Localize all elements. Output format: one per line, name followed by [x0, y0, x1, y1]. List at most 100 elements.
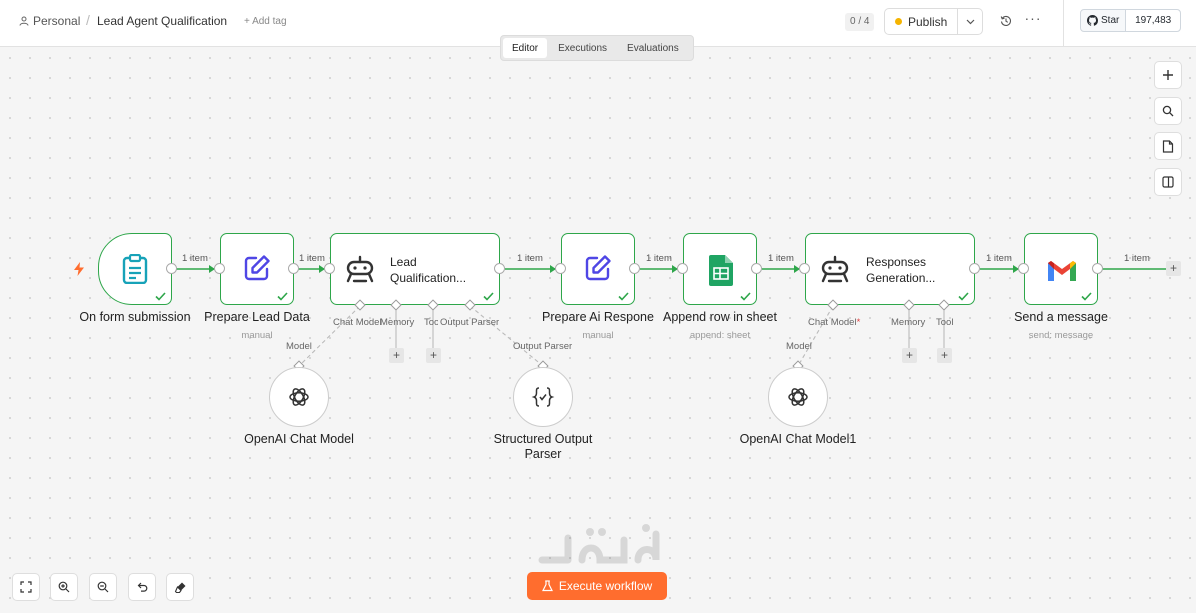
- ellipsis-icon: ···: [1024, 10, 1042, 26]
- edge-item-count: 1 item: [646, 253, 672, 264]
- clipboard-icon: [120, 252, 150, 286]
- add-memory-button[interactable]: +: [389, 348, 404, 363]
- gmail-icon: [1045, 258, 1079, 284]
- node-subtitle: manual: [241, 330, 273, 341]
- publish-control: Publish: [884, 8, 983, 35]
- node-subtitle: send: message: [1028, 330, 1094, 341]
- panel-icon: [1162, 176, 1174, 188]
- output-handle[interactable]: [629, 263, 640, 274]
- node-prepare-lead-data[interactable]: [220, 233, 294, 305]
- breadcrumb-separator: /: [86, 12, 90, 28]
- add-memory-button[interactable]: +: [902, 348, 917, 363]
- edge-item-count: 1 item: [299, 253, 325, 264]
- edge-item-count: 1 item: [182, 253, 208, 264]
- success-check-icon: [483, 292, 494, 301]
- sub-port-label: Output Parser: [513, 341, 573, 352]
- success-check-icon: [1081, 292, 1092, 301]
- node-title: Send a message: [1014, 310, 1108, 324]
- project-name: Personal: [33, 14, 81, 28]
- success-check-icon: [618, 292, 629, 301]
- history-button[interactable]: [997, 12, 1015, 30]
- add-tag-button[interactable]: + Add tag: [244, 16, 287, 27]
- port-label-memory: Memory: [380, 317, 415, 328]
- node-lead-qualification-agent[interactable]: Lead Qualification...: [330, 233, 500, 305]
- undo-button[interactable]: [128, 573, 156, 601]
- input-handle[interactable]: [1018, 263, 1029, 274]
- sub-port-label: Model: [286, 341, 312, 352]
- undo-icon: [137, 582, 148, 592]
- output-handle[interactable]: [969, 263, 980, 274]
- output-handle[interactable]: [1092, 263, 1103, 274]
- clear-execution-button[interactable]: [166, 573, 194, 601]
- port-label-memory: Memory: [891, 317, 926, 328]
- required-mark: *: [856, 317, 861, 328]
- port-label-chat-model: Chat Model*: [808, 317, 861, 328]
- node-form-trigger[interactable]: [98, 233, 172, 305]
- sub-node-title: Structured Output Parser: [493, 432, 593, 461]
- success-check-icon: [155, 292, 166, 301]
- zoom-out-button[interactable]: [89, 573, 117, 601]
- node-title: Prepare Ai Respone: [542, 310, 654, 324]
- output-handle[interactable]: [288, 263, 299, 274]
- tab-editor[interactable]: Editor: [503, 38, 548, 58]
- output-handle[interactable]: [494, 263, 505, 274]
- success-check-icon: [277, 292, 288, 301]
- input-handle[interactable]: [214, 263, 225, 274]
- edge-item-count: 1 item: [768, 253, 794, 264]
- agent-title-line2: Qualification...: [390, 271, 467, 285]
- add-tool-button[interactable]: +: [937, 348, 952, 363]
- add-tool-button[interactable]: +: [426, 348, 441, 363]
- publish-button[interactable]: Publish: [885, 9, 957, 34]
- add-next-node-button[interactable]: +: [1166, 261, 1181, 276]
- node-send-a-message[interactable]: [1024, 233, 1098, 305]
- evaluation-counter: 0 / 4: [845, 13, 875, 31]
- output-handle[interactable]: [166, 263, 177, 274]
- tab-executions[interactable]: Executions: [549, 38, 616, 58]
- code-braces-icon: [531, 387, 555, 407]
- history-icon: [1000, 15, 1012, 27]
- edge-item-count: 1 item: [1124, 253, 1150, 264]
- status-dot-icon: [895, 18, 902, 25]
- node-subtitle: manual: [582, 330, 614, 341]
- output-handle[interactable]: [751, 263, 762, 274]
- agent-title-line1: Responses: [866, 255, 927, 269]
- search-nodes-button[interactable]: [1154, 97, 1182, 125]
- workflow-title[interactable]: Lead Agent Qualification: [97, 14, 227, 28]
- github-icon: [1087, 15, 1098, 26]
- header-divider: [1063, 0, 1064, 47]
- edit-icon: [242, 253, 272, 283]
- fit-view-button[interactable]: [12, 573, 40, 601]
- tab-evaluations[interactable]: Evaluations: [618, 38, 688, 58]
- node-openai-chat-model1[interactable]: [768, 367, 828, 427]
- input-handle[interactable]: [324, 263, 335, 274]
- trigger-bolt-icon: [74, 262, 84, 276]
- port-label-tool: Tool: [424, 317, 438, 328]
- add-sticky-note-button[interactable]: [1154, 132, 1182, 160]
- edge-item-count: 1 item: [517, 253, 543, 264]
- publish-dropdown-button[interactable]: [957, 9, 982, 34]
- sub-node-title: OpenAI Chat Model1: [739, 432, 857, 446]
- input-handle[interactable]: [677, 263, 688, 274]
- flask-icon: [541, 580, 553, 592]
- input-handle[interactable]: [555, 263, 566, 274]
- breadcrumb-project[interactable]: Personal: [19, 14, 80, 28]
- execute-workflow-button[interactable]: Execute workflow: [527, 572, 667, 600]
- node-append-row-in-sheet[interactable]: [683, 233, 757, 305]
- zoom-in-button[interactable]: [50, 573, 78, 601]
- node-structured-output-parser[interactable]: [513, 367, 573, 427]
- agent-title-line2: Generation...: [866, 271, 936, 285]
- input-handle[interactable]: [799, 263, 810, 274]
- node-prepare-ai-response[interactable]: [561, 233, 635, 305]
- clear-icon: [174, 582, 185, 593]
- publish-label: Publish: [908, 14, 948, 29]
- success-check-icon: [958, 292, 969, 301]
- node-title: Prepare Lead Data: [204, 310, 310, 324]
- robot-icon: [343, 254, 377, 284]
- github-star-button[interactable]: Star 197,483: [1080, 9, 1181, 32]
- toggle-panel-button[interactable]: [1154, 168, 1182, 196]
- edit-icon: [583, 253, 613, 283]
- more-options-button[interactable]: ···: [1024, 10, 1042, 30]
- node-responses-generation-agent[interactable]: Responses Generation...: [805, 233, 975, 305]
- add-node-button[interactable]: [1154, 61, 1182, 89]
- node-openai-chat-model[interactable]: [269, 367, 329, 427]
